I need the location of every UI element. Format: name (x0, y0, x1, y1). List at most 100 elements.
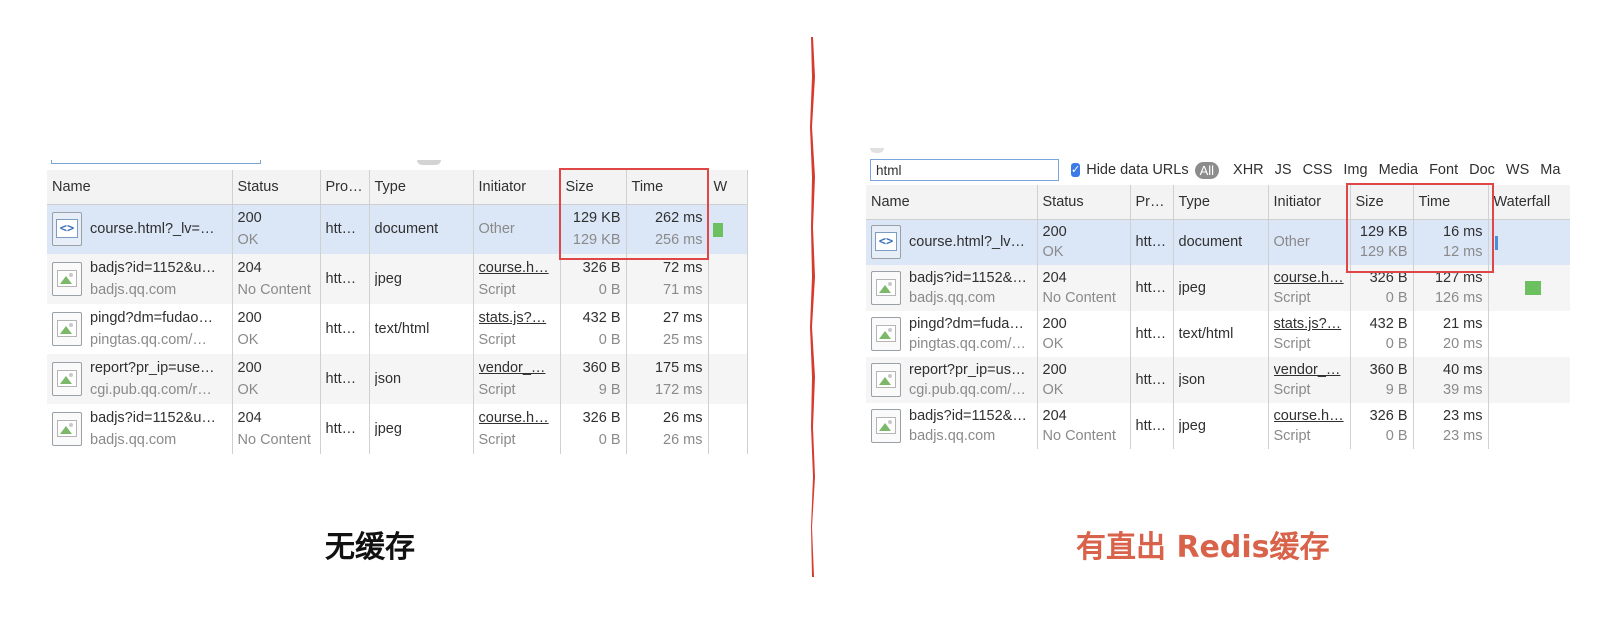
initiator-link[interactable]: stats.js?… (1274, 314, 1345, 334)
latency-time: 12 ms (1443, 244, 1483, 261)
filter-type-manifest[interactable]: Ma (1540, 162, 1560, 178)
initiator-cell[interactable]: course.h… Script (473, 404, 561, 454)
request-name[interactable]: course.html?_lv=… (909, 232, 1032, 252)
request-name[interactable]: course.html?_lv=… (90, 218, 215, 240)
column-header-size[interactable]: Size (560, 170, 627, 205)
initiator-type: Script (478, 382, 516, 398)
column-header-time[interactable]: Time (626, 170, 709, 205)
filter-type-xhr[interactable]: XHR (1233, 162, 1264, 178)
request-row[interactable]: pingd?dm=fudao… pingtas.qq.com/… 200 OK htt…… (47, 304, 748, 354)
status-cell: 200 OK (232, 304, 321, 354)
resource-type: jpeg (1178, 418, 1206, 434)
filter-type-img[interactable]: Img (1343, 162, 1367, 178)
name-cell[interactable]: report?pr_ip=use… cgi.pub.qq.com/… (866, 357, 1038, 403)
initiator-cell[interactable]: stats.js?… Script (473, 304, 561, 354)
column-header-type[interactable]: Type (369, 170, 474, 205)
initiator-cell[interactable]: course.h… Script (1268, 265, 1351, 311)
transfer-size: 326 B (1369, 408, 1408, 424)
filter-type-font[interactable]: Font (1429, 162, 1458, 178)
initiator-link[interactable]: stats.js?… (479, 307, 555, 329)
filter-input[interactable] (870, 159, 1059, 181)
initiator-type: Script (1273, 382, 1311, 398)
request-row[interactable]: <> course.html?_lv=… 200 OK htt… document Othe… (866, 219, 1570, 265)
request-row[interactable]: <> course.html?_lv=… 200 OK htt… document Othe… (47, 204, 748, 254)
column-header-protocol[interactable]: Pro… (320, 170, 370, 205)
name-cell[interactable]: pingd?dm=fuda… pingtas.qq.com/… (866, 311, 1038, 357)
column-header-waterfall[interactable]: W (708, 170, 748, 205)
initiator-link[interactable]: course.h… (479, 257, 555, 279)
name-cell[interactable]: <> course.html?_lv=… (866, 219, 1038, 265)
name-cell[interactable]: pingd?dm=fudao… pingtas.qq.com/… (47, 304, 233, 354)
initiator-type: Script (1273, 336, 1311, 352)
initiator-cell[interactable]: vendor_… Script (1268, 357, 1351, 403)
request-row[interactable]: report?pr_ip=use… cgi.pub.qq.com/… 200 OK ht… (866, 357, 1570, 403)
time-cell: 40 ms 39 ms (1413, 357, 1489, 403)
column-header-waterfall[interactable]: Waterfall (1488, 185, 1570, 220)
filter-type-doc[interactable]: Doc (1469, 162, 1495, 178)
caption-no-cache: 无缓存 (325, 530, 415, 565)
hide-data-urls-checkbox[interactable]: ✓ (1071, 163, 1081, 177)
initiator-cell[interactable]: course.h… Script (473, 254, 561, 304)
column-header-type[interactable]: Type (1173, 185, 1269, 220)
request-row[interactable]: badjs?id=1152&… badjs.qq.com 204 No Content… (866, 403, 1570, 449)
initiator-cell[interactable]: course.h… Script (1268, 403, 1351, 449)
column-header-initiator[interactable]: Initiator (473, 170, 561, 205)
request-name[interactable]: report?pr_ip=use… (90, 357, 215, 379)
type-cell: document (1173, 219, 1269, 265)
initiator-link[interactable]: course.h… (1274, 268, 1345, 288)
request-row[interactable]: badjs?id=1152&… badjs.qq.com 204 No Content… (866, 265, 1570, 311)
initiator-link[interactable]: course.h… (479, 407, 555, 429)
request-name[interactable]: badjs?id=1152&… (909, 268, 1027, 288)
filter-type-all[interactable]: All (1194, 161, 1220, 179)
initiator-link[interactable]: vendor_… (479, 357, 555, 379)
column-header-status[interactable]: Status (232, 170, 321, 205)
request-domain: badjs.qq.com (90, 282, 177, 298)
column-header-initiator[interactable]: Initiator (1268, 185, 1351, 220)
initiator-cell[interactable]: vendor_… Script (473, 354, 561, 404)
protocol-cell: htt… (320, 354, 370, 404)
waterfall-cell (708, 404, 748, 454)
type-cell: json (369, 354, 474, 404)
filter-type-css[interactable]: CSS (1303, 162, 1333, 178)
column-header-name[interactable]: Name (866, 185, 1038, 220)
initiator-link[interactable]: vendor_… (1274, 360, 1345, 380)
status-cell: 200 OK (1037, 311, 1131, 357)
name-cell[interactable]: <> course.html?_lv=… (47, 204, 233, 254)
request-name[interactable]: badjs?id=1152&u… (90, 257, 216, 279)
filter-input-edge[interactable] (51, 160, 261, 164)
network-panel-redis-cache: ✓ Hide data URLs All XHR JS CSS Img Medi… (866, 148, 1570, 503)
request-domain: badjs.qq.com (90, 432, 177, 448)
name-cell[interactable]: badjs?id=1152&… badjs.qq.com (866, 403, 1038, 449)
column-header-protocol[interactable]: Pr… (1130, 185, 1174, 220)
size-cell: 360 B 9 B (1350, 357, 1414, 403)
request-name[interactable]: pingd?dm=fuda… (909, 314, 1026, 334)
request-name[interactable]: badjs?id=1152&u… (90, 407, 216, 429)
request-name[interactable]: badjs?id=1152&… (909, 406, 1027, 426)
request-row[interactable]: badjs?id=1152&u… badjs.qq.com 204 No Conten… (47, 254, 748, 304)
name-cell[interactable]: badjs?id=1152&… badjs.qq.com (866, 265, 1038, 311)
request-row[interactable]: report?pr_ip=use… cgi.pub.qq.com/r… 200 OK h… (47, 354, 748, 404)
name-cell[interactable]: badjs?id=1152&u… badjs.qq.com (47, 254, 233, 304)
waterfall-cell (1488, 357, 1570, 403)
request-name[interactable]: report?pr_ip=use… (909, 360, 1032, 380)
type-cell: document (369, 204, 474, 254)
request-row[interactable]: pingd?dm=fuda… pingtas.qq.com/… 200 OK htt… t… (866, 311, 1570, 357)
name-cell[interactable]: report?pr_ip=use… cgi.pub.qq.com/r… (47, 354, 233, 404)
filter-type-js[interactable]: JS (1275, 162, 1292, 178)
column-header-status[interactable]: Status (1037, 185, 1131, 220)
initiator-cell[interactable]: stats.js?… Script (1268, 311, 1351, 357)
status-code: 200 (237, 310, 262, 326)
column-header-time[interactable]: Time (1413, 185, 1489, 220)
filter-type-ws[interactable]: WS (1506, 162, 1529, 178)
request-name[interactable]: pingd?dm=fudao… (90, 307, 213, 329)
resource-type: document (374, 221, 439, 238)
filter-bar: ✓ Hide data URLs All XHR JS CSS Img Medi… (866, 158, 1570, 182)
name-cell[interactable]: badjs?id=1152&u… badjs.qq.com (47, 404, 233, 454)
column-header-size[interactable]: Size (1350, 185, 1414, 220)
initiator-link[interactable]: course.h… (1274, 406, 1345, 426)
protocol: htt… (325, 271, 357, 287)
request-row[interactable]: badjs?id=1152&u… badjs.qq.com 204 No Conten… (47, 404, 748, 454)
protocol-cell: htt… (320, 404, 370, 454)
column-header-name[interactable]: Name (47, 170, 233, 205)
filter-type-media[interactable]: Media (1379, 162, 1419, 178)
